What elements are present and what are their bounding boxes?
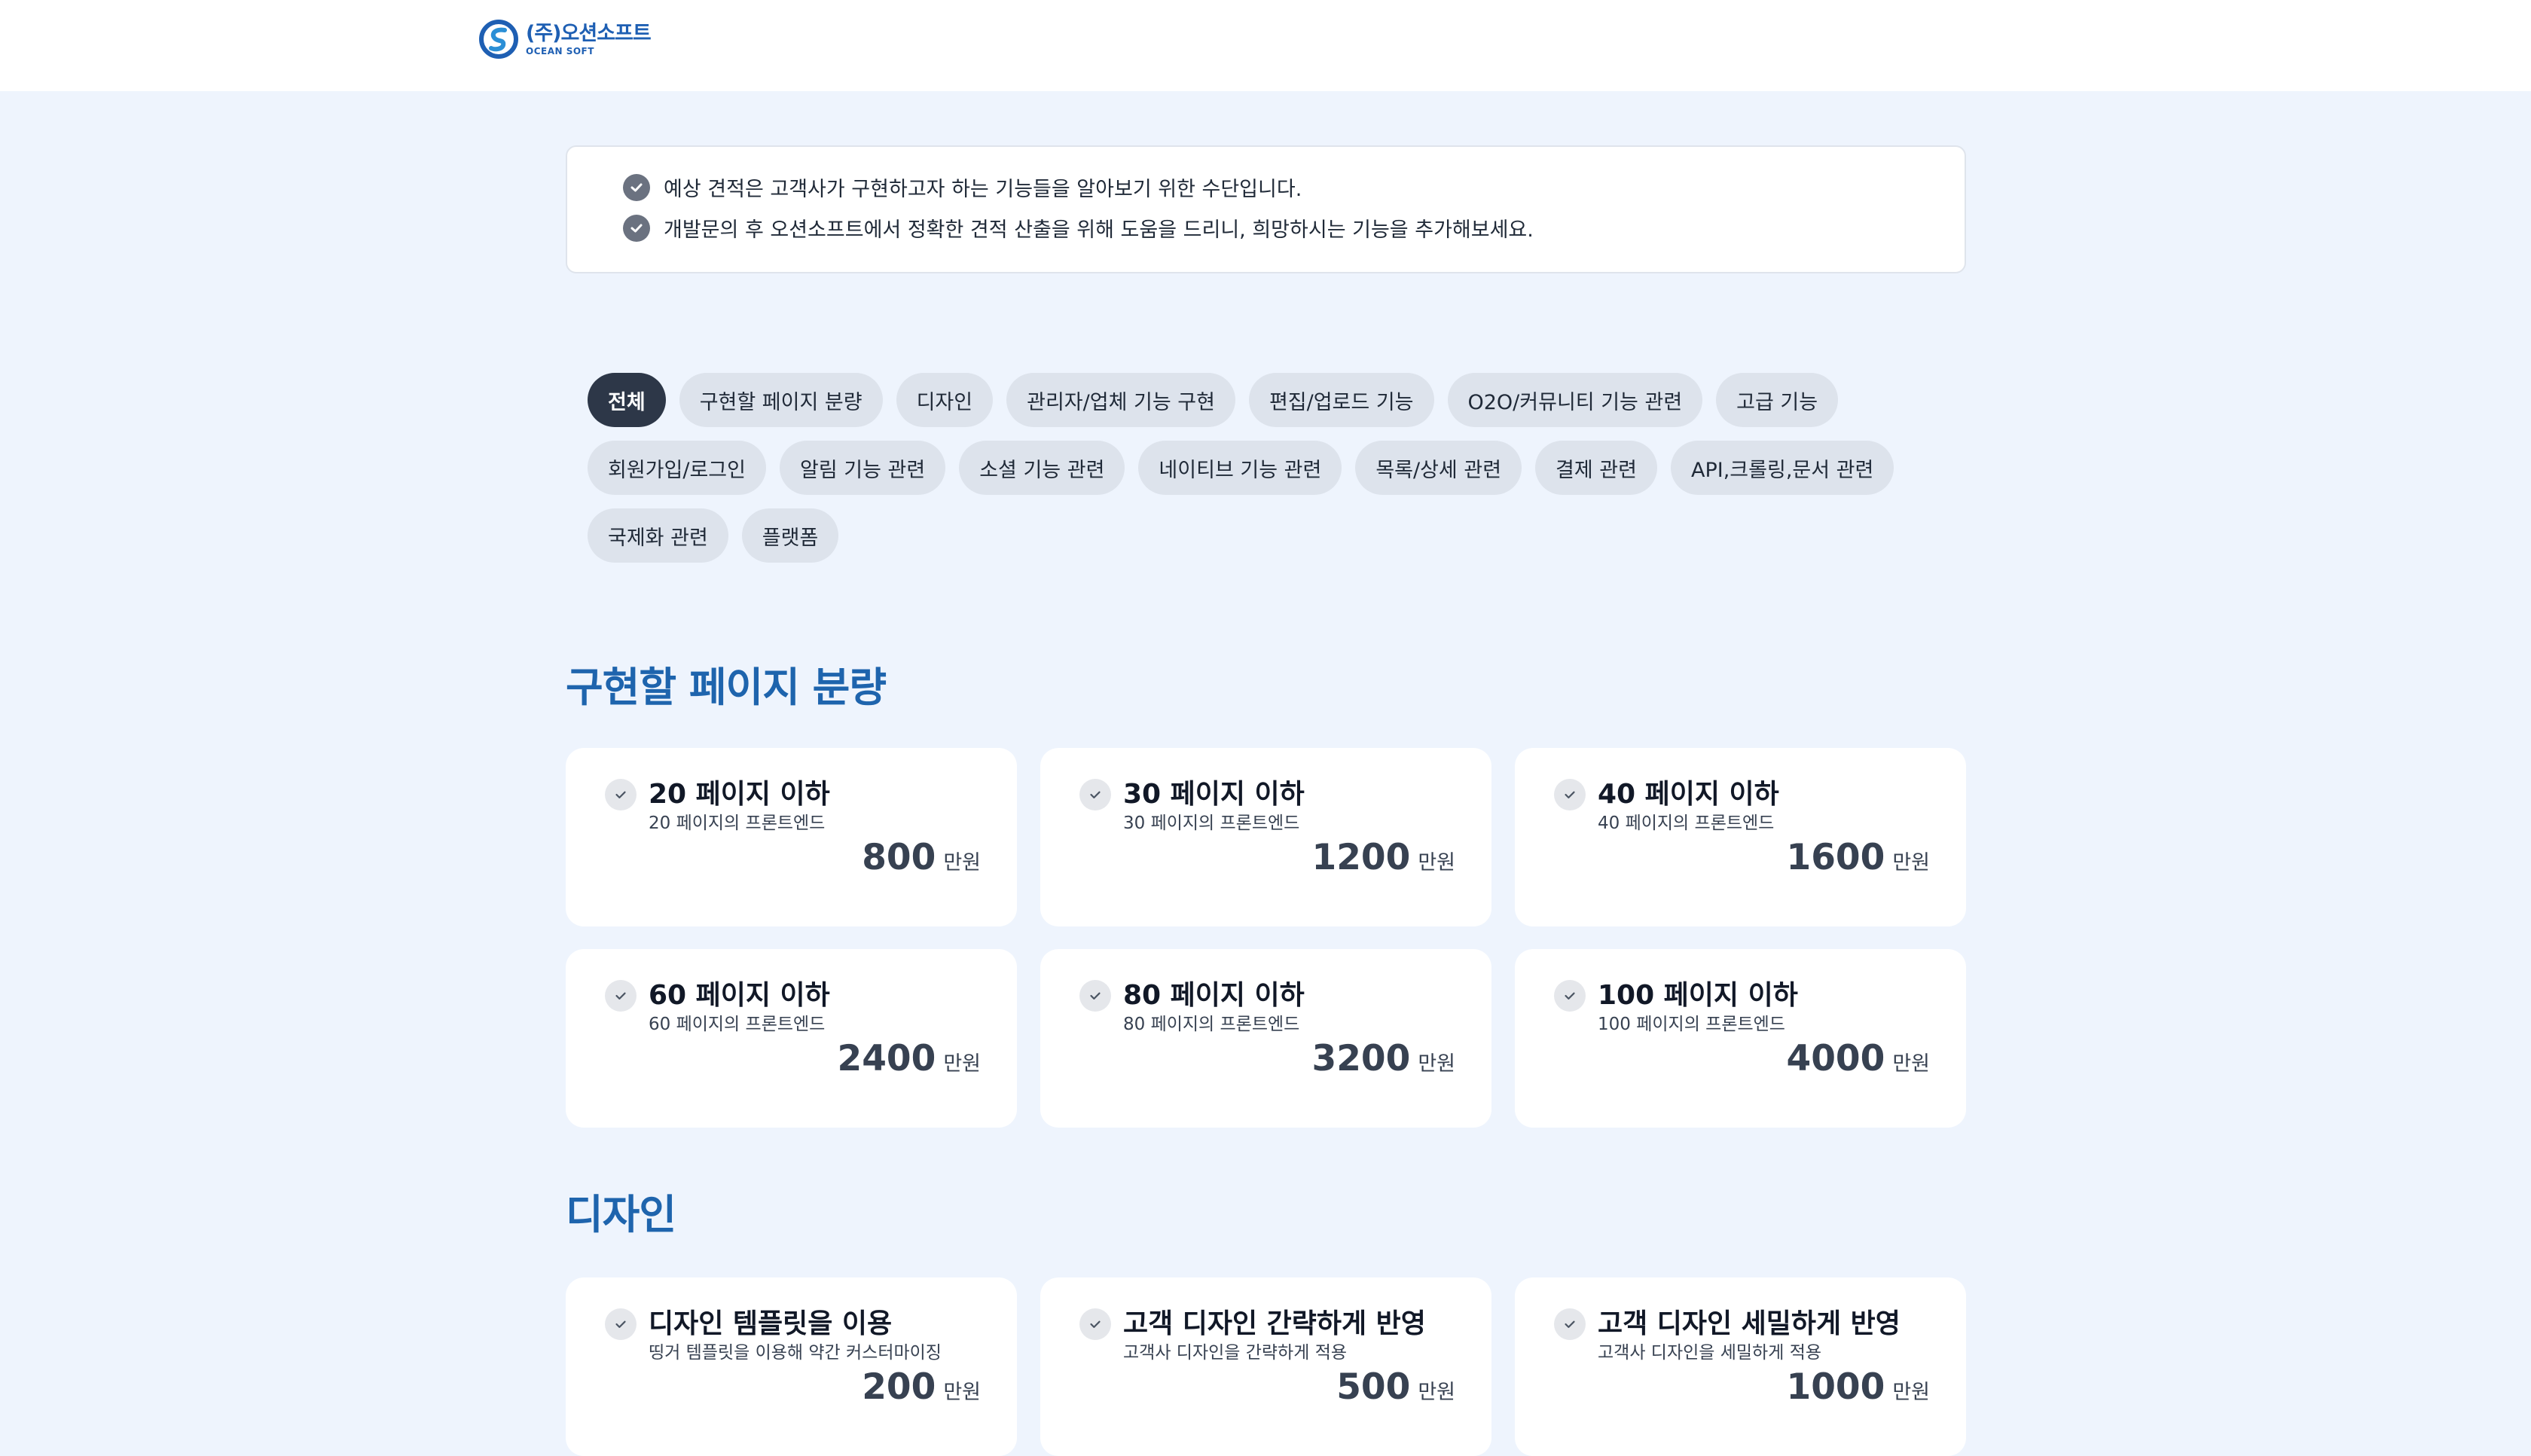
chip-o2o-community[interactable]: O2O/커뮤니티 기능 관련 [1447, 373, 1703, 427]
chip-admin[interactable]: 관리자/업체 기능 구현 [1006, 373, 1235, 427]
card-price: 1600 만원 [1787, 837, 1931, 878]
ocean-soft-logo-icon [479, 20, 518, 59]
chip-signup-login[interactable]: 회원가입/로그인 [588, 441, 766, 495]
chip-payment[interactable]: 결제 관련 [1535, 441, 1657, 495]
chip-notification[interactable]: 알림 기능 관련 [779, 441, 946, 495]
card-price: 500 만원 [1336, 1366, 1455, 1408]
card-description: 60 페이지의 프론트엔드 [649, 1015, 826, 1034]
card-description: 20 페이지의 프론트엔드 [649, 813, 826, 833]
chip-page-volume[interactable]: 구현할 페이지 분량 [679, 373, 883, 427]
card-title: 고객 디자인 세밀하게 반영 [1598, 1308, 1901, 1339]
chip-list-detail[interactable]: 목록/상세 관련 [1355, 441, 1522, 495]
page-volume-grid: 20 페이지 이하 20 페이지의 프론트엔드 800 만원 30 페이지 이하 … [566, 748, 1966, 1128]
price-value: 800 [862, 837, 936, 878]
card-description: 100 페이지의 프론트엔드 [1598, 1015, 1785, 1034]
card-price: 4000 만원 [1787, 1038, 1931, 1079]
check-icon[interactable] [1079, 779, 1111, 810]
check-icon[interactable] [605, 779, 637, 810]
company-logo[interactable]: (주)오션소프트 OCEAN SOFT [479, 18, 652, 60]
check-icon[interactable] [1079, 1308, 1111, 1340]
option-card[interactable]: 20 페이지 이하 20 페이지의 프론트엔드 800 만원 [566, 748, 1017, 926]
chip-row: 국제화 관련 플랫폼 [588, 508, 1943, 563]
card-title: 20 페이지 이하 [649, 779, 830, 810]
chip-platform[interactable]: 플랫폼 [741, 508, 839, 563]
notice-text: 개발문의 후 오션소프트에서 정확한 견적 산출을 위해 도움을 드리니, 희망… [664, 218, 1534, 242]
price-value: 2400 [837, 1038, 936, 1079]
check-icon[interactable] [1079, 980, 1111, 1012]
card-title: 30 페이지 이하 [1123, 779, 1305, 810]
price-unit: 만원 [943, 1052, 981, 1076]
check-icon[interactable] [605, 980, 637, 1012]
card-price: 2400 만원 [838, 1038, 982, 1079]
check-icon[interactable] [1554, 779, 1586, 810]
card-title: 40 페이지 이하 [1598, 779, 1779, 810]
chip-row: 전체 구현할 페이지 분량 디자인 관리자/업체 기능 구현 편집/업로드 기능… [588, 373, 1943, 427]
option-card[interactable]: 100 페이지 이하 100 페이지의 프론트엔드 4000 만원 [1515, 949, 1966, 1128]
chip-native[interactable]: 네이티브 기능 관련 [1138, 441, 1342, 495]
price-value: 3200 [1311, 1038, 1411, 1079]
card-title: 60 페이지 이하 [649, 980, 830, 1011]
top-header: (주)오션소프트 OCEAN SOFT [0, 0, 2531, 91]
price-unit: 만원 [1418, 1052, 1455, 1076]
card-title: 80 페이지 이하 [1123, 980, 1305, 1011]
price-value: 1600 [1786, 837, 1885, 878]
price-unit: 만원 [1892, 1052, 1930, 1076]
card-description: 고객사 디자인을 세밀하게 적용 [1598, 1343, 1822, 1363]
check-circle-icon [623, 173, 650, 201]
notice-line: 예상 견적은 고객사가 구현하고자 하는 기능들을 알아보기 위한 수단입니다. [623, 172, 1302, 202]
price-value: 1000 [1786, 1366, 1885, 1408]
option-card[interactable]: 고객 디자인 간략하게 반영 고객사 디자인을 간략하게 적용 500 만원 [1040, 1277, 1491, 1456]
check-circle-icon [623, 214, 650, 242]
card-title: 100 페이지 이하 [1598, 980, 1798, 1011]
card-description: 띵거 템플릿을 이용해 약간 커스터마이징 [649, 1343, 942, 1363]
price-value: 200 [862, 1366, 936, 1408]
chip-design[interactable]: 디자인 [896, 373, 994, 427]
notice-text: 예상 견적은 고객사가 구현하고자 하는 기능들을 알아보기 위한 수단입니다. [664, 178, 1302, 201]
chip-row: 회원가입/로그인 알림 기능 관련 소셜 기능 관련 네이티브 기능 관련 목록… [588, 441, 1943, 495]
option-card[interactable]: 80 페이지 이하 80 페이지의 프론트엔드 3200 만원 [1040, 949, 1491, 1128]
option-card[interactable]: 디자인 템플릿을 이용 띵거 템플릿을 이용해 약간 커스터마이징 200 만원 [566, 1277, 1017, 1456]
card-title: 디자인 템플릿을 이용 [649, 1308, 893, 1339]
check-icon[interactable] [1554, 980, 1586, 1012]
price-unit: 만원 [1892, 1381, 1930, 1404]
check-icon[interactable] [1554, 1308, 1586, 1340]
price-unit: 만원 [1892, 851, 1930, 875]
check-icon[interactable] [605, 1308, 637, 1340]
option-card[interactable]: 30 페이지 이하 30 페이지의 프론트엔드 1200 만원 [1040, 748, 1491, 926]
card-description: 40 페이지의 프론트엔드 [1598, 813, 1775, 833]
chip-social[interactable]: 소셜 기능 관련 [959, 441, 1125, 495]
card-price: 1200 만원 [1312, 837, 1456, 878]
notice-box: 예상 견적은 고객사가 구현하고자 하는 기능들을 알아보기 위한 수단입니다.… [566, 145, 1966, 273]
logo-korean-text: (주)오션소프트 [526, 21, 652, 45]
chip-edit-upload[interactable]: 편집/업로드 기능 [1248, 373, 1434, 427]
section-title-design: 디자인 [566, 1191, 676, 1238]
price-value: 4000 [1786, 1038, 1885, 1079]
price-unit: 만원 [943, 851, 981, 875]
chip-advanced[interactable]: 고급 기능 [1716, 373, 1839, 427]
price-value: 500 [1336, 1366, 1411, 1408]
card-description: 30 페이지의 프론트엔드 [1123, 813, 1300, 833]
price-unit: 만원 [1418, 1381, 1455, 1404]
card-description: 고객사 디자인을 간략하게 적용 [1123, 1343, 1348, 1363]
option-card[interactable]: 고객 디자인 세밀하게 반영 고객사 디자인을 세밀하게 적용 1000 만원 [1515, 1277, 1966, 1456]
price-unit: 만원 [943, 1381, 981, 1404]
category-filter-chips: 전체 구현할 페이지 분량 디자인 관리자/업체 기능 구현 편집/업로드 기능… [588, 373, 1943, 576]
card-price: 800 만원 [862, 837, 981, 878]
logo-english-text: OCEAN SOFT [526, 45, 594, 56]
option-card[interactable]: 60 페이지 이하 60 페이지의 프론트엔드 2400 만원 [566, 949, 1017, 1128]
option-card[interactable]: 40 페이지 이하 40 페이지의 프론트엔드 1600 만원 [1515, 748, 1966, 926]
card-price: 200 만원 [862, 1366, 981, 1408]
card-title: 고객 디자인 간략하게 반영 [1123, 1308, 1426, 1339]
card-description: 80 페이지의 프론트엔드 [1123, 1015, 1300, 1034]
chip-api-crawling[interactable]: API,크롤링,문서 관련 [1671, 441, 1894, 495]
notice-line: 개발문의 후 오션소프트에서 정확한 견적 산출을 위해 도움을 드리니, 희망… [623, 213, 1534, 243]
card-price: 1000 만원 [1787, 1366, 1931, 1408]
chip-i18n[interactable]: 국제화 관련 [588, 508, 728, 563]
chip-all[interactable]: 전체 [588, 373, 666, 427]
card-price: 3200 만원 [1312, 1038, 1456, 1079]
section-title-page-volume: 구현할 페이지 분량 [566, 664, 887, 711]
design-grid: 디자인 템플릿을 이용 띵거 템플릿을 이용해 약간 커스터마이징 200 만원 … [566, 1277, 1966, 1456]
price-unit: 만원 [1418, 851, 1455, 875]
price-value: 1200 [1311, 837, 1411, 878]
